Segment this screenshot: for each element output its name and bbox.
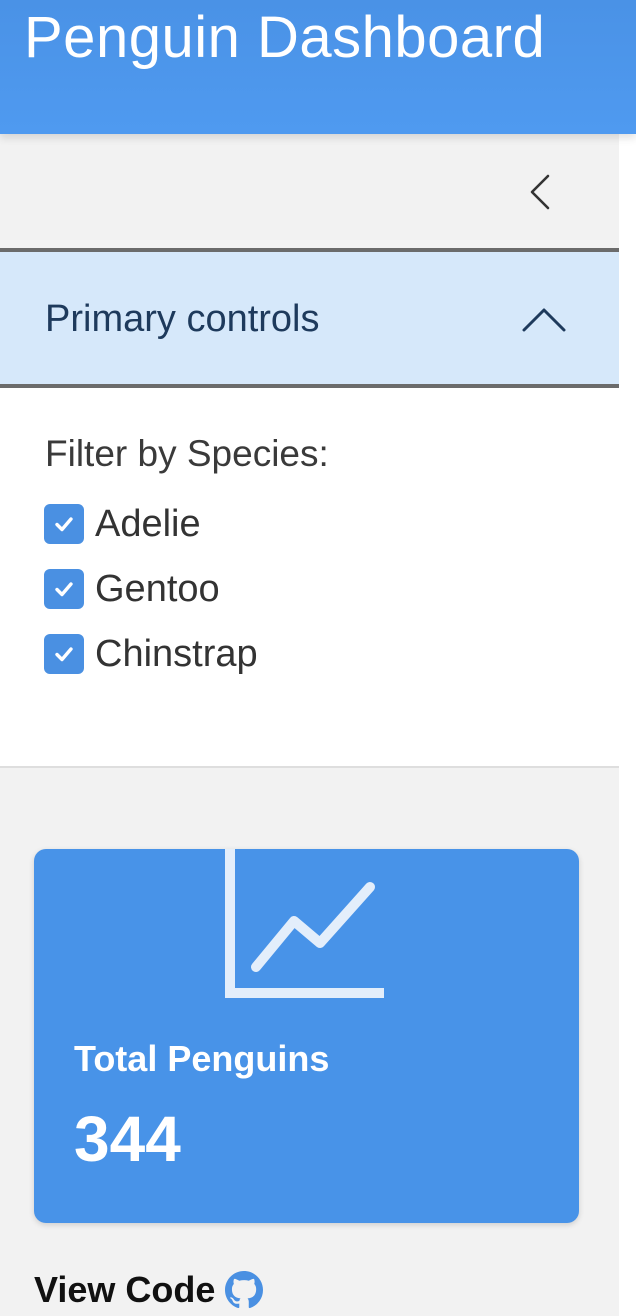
total-penguins-value-box: Total Penguins 344 [34,849,579,1223]
filter-species-label: Filter by Species: [45,433,329,474]
checkmark-icon [55,647,73,662]
view-code-link[interactable]: View Code [34,1268,264,1312]
github-icon [225,1271,264,1309]
sidebar-collapse-button[interactable] [518,170,562,214]
sidebar-collapse-row [0,134,619,248]
checkbox-adelie[interactable]: Adelie [44,502,201,546]
checkbox-checked-icon[interactable] [44,504,84,544]
checkbox-chinstrap[interactable]: Chinstrap [44,632,258,676]
page-title: Penguin Dashboard [24,5,546,70]
checkmark-icon [55,517,73,532]
checkbox-checked-icon[interactable] [44,634,84,674]
accordion-title: Primary controls [45,298,320,340]
sidebar: Primary controls Filter by Species: Adel… [0,134,619,1316]
accordion-primary-controls-body: Filter by Species: Adelie Gentoo Chinstr… [0,388,619,768]
accordion-primary-controls-header[interactable]: Primary controls [0,248,619,388]
checkbox-gentoo[interactable]: Gentoo [44,567,220,611]
checkbox-label: Gentoo [95,568,220,610]
main-content-edge [619,134,636,1316]
view-code-label: View Code [34,1269,216,1310]
app-header: Penguin Dashboard [0,0,636,134]
chevron-left-icon [530,174,550,210]
checkbox-label: Chinstrap [95,633,258,675]
chevron-up-icon [522,308,566,332]
checkmark-icon [55,582,73,597]
value-box-value: 344 [74,1103,181,1175]
checkbox-label: Adelie [95,503,201,545]
checkbox-checked-icon[interactable] [44,569,84,609]
line-chart-icon [225,849,384,998]
value-box-title: Total Penguins [74,1038,330,1079]
